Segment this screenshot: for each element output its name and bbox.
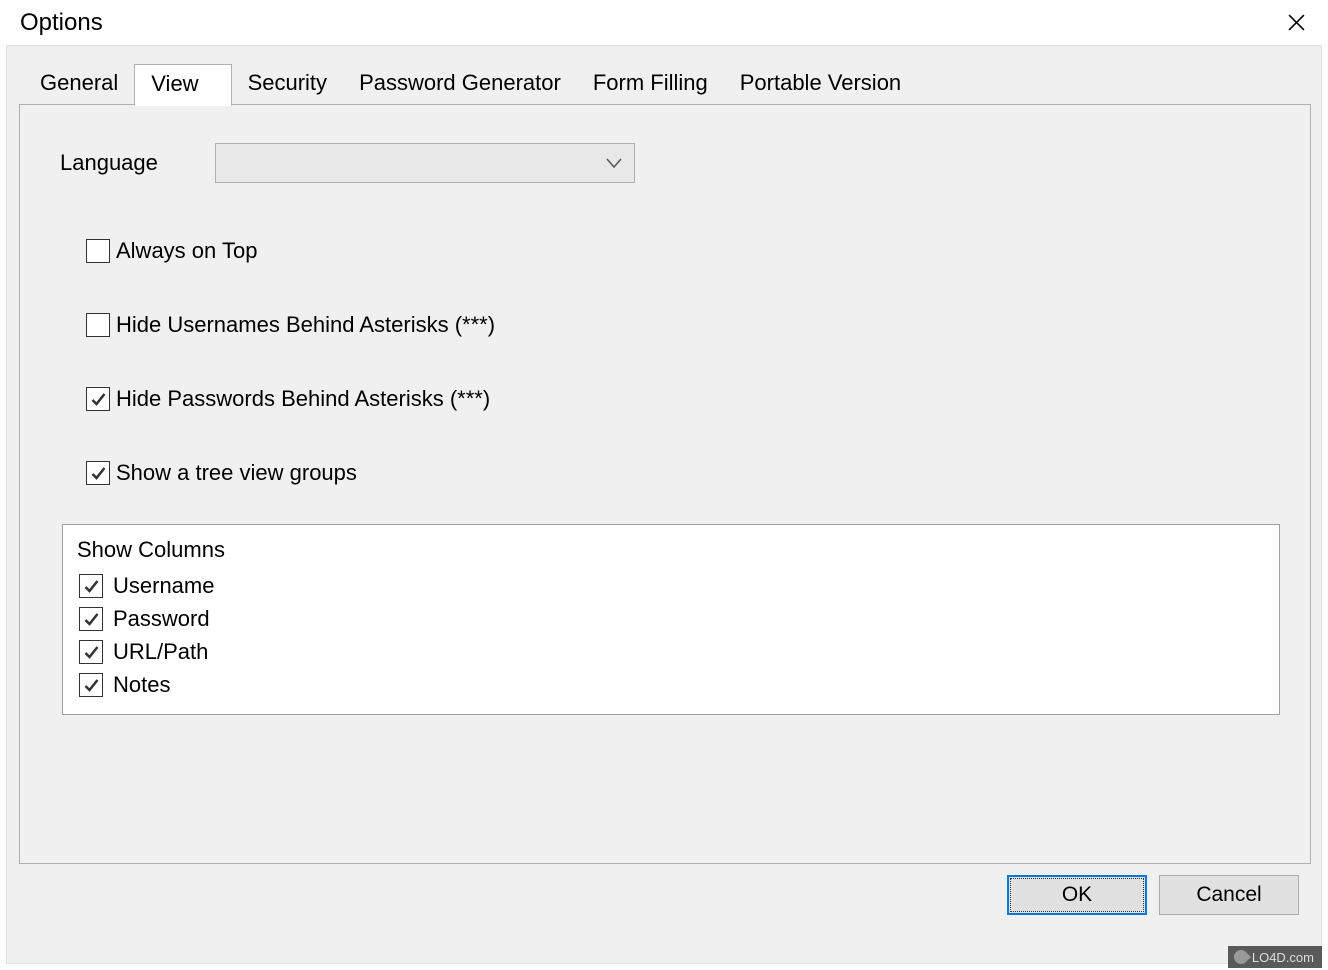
label-hide-usernames[interactable]: Hide Usernames Behind Asterisks (***)	[116, 312, 495, 338]
language-select[interactable]	[215, 143, 635, 183]
titlebar: Options	[0, 0, 1328, 45]
dialog-title: Options	[20, 9, 103, 37]
tab-panel-view: Language Always on Top Hide Usernames Be…	[19, 104, 1311, 864]
column-password: Password	[79, 606, 1265, 632]
language-label: Language	[60, 150, 215, 176]
show-columns-label: Show Columns	[77, 537, 1265, 563]
checkbox-hide-usernames[interactable]	[86, 313, 110, 337]
label-tree-view-groups[interactable]: Show a tree view groups	[116, 460, 357, 486]
ok-button[interactable]: OK	[1007, 875, 1147, 915]
column-username: Username	[79, 573, 1265, 599]
checkbox-column-password[interactable]	[79, 607, 103, 631]
tab-view[interactable]: View	[134, 64, 231, 106]
tab-general[interactable]: General	[24, 64, 134, 105]
checkbox-column-url-path[interactable]	[79, 640, 103, 664]
chevron-down-icon	[596, 145, 632, 181]
column-notes: Notes	[79, 672, 1265, 698]
option-tree-view-groups: Show a tree view groups	[86, 460, 1282, 486]
tab-password-generator[interactable]: Password Generator	[343, 64, 577, 105]
watermark: LO4D.com	[1228, 946, 1322, 968]
checkbox-column-notes[interactable]	[79, 673, 103, 697]
checkbox-always-on-top[interactable]	[86, 239, 110, 263]
dialog-body: General View Security Password Generator…	[6, 45, 1322, 964]
show-columns-group: Show Columns Username Password URL/Path …	[62, 524, 1280, 715]
option-hide-passwords: Hide Passwords Behind Asterisks (***)	[86, 386, 1282, 412]
tab-portable-version[interactable]: Portable Version	[724, 64, 917, 105]
label-always-on-top[interactable]: Always on Top	[116, 238, 257, 264]
cancel-button[interactable]: Cancel	[1159, 875, 1299, 915]
close-icon	[1288, 14, 1305, 31]
checkbox-hide-passwords[interactable]	[86, 387, 110, 411]
tab-form-filling[interactable]: Form Filling	[577, 64, 724, 105]
option-always-on-top: Always on Top	[86, 238, 1282, 264]
close-button[interactable]	[1276, 5, 1316, 41]
checkbox-tree-view-groups[interactable]	[86, 461, 110, 485]
label-hide-passwords[interactable]: Hide Passwords Behind Asterisks (***)	[116, 386, 490, 412]
tab-security[interactable]: Security	[232, 64, 343, 105]
option-hide-usernames: Hide Usernames Behind Asterisks (***)	[86, 312, 1282, 338]
label-column-password[interactable]: Password	[113, 606, 210, 632]
dialog-buttons: OK Cancel	[19, 865, 1311, 921]
checkbox-column-username[interactable]	[79, 574, 103, 598]
tabs-bar: General View Security Password Generator…	[24, 64, 1311, 105]
label-column-username[interactable]: Username	[113, 573, 214, 599]
language-row: Language	[60, 143, 1282, 183]
column-url-path: URL/Path	[79, 639, 1265, 665]
label-column-notes[interactable]: Notes	[113, 672, 170, 698]
label-column-url-path[interactable]: URL/Path	[113, 639, 208, 665]
options-dialog: Options General View Security Password G…	[0, 0, 1328, 970]
